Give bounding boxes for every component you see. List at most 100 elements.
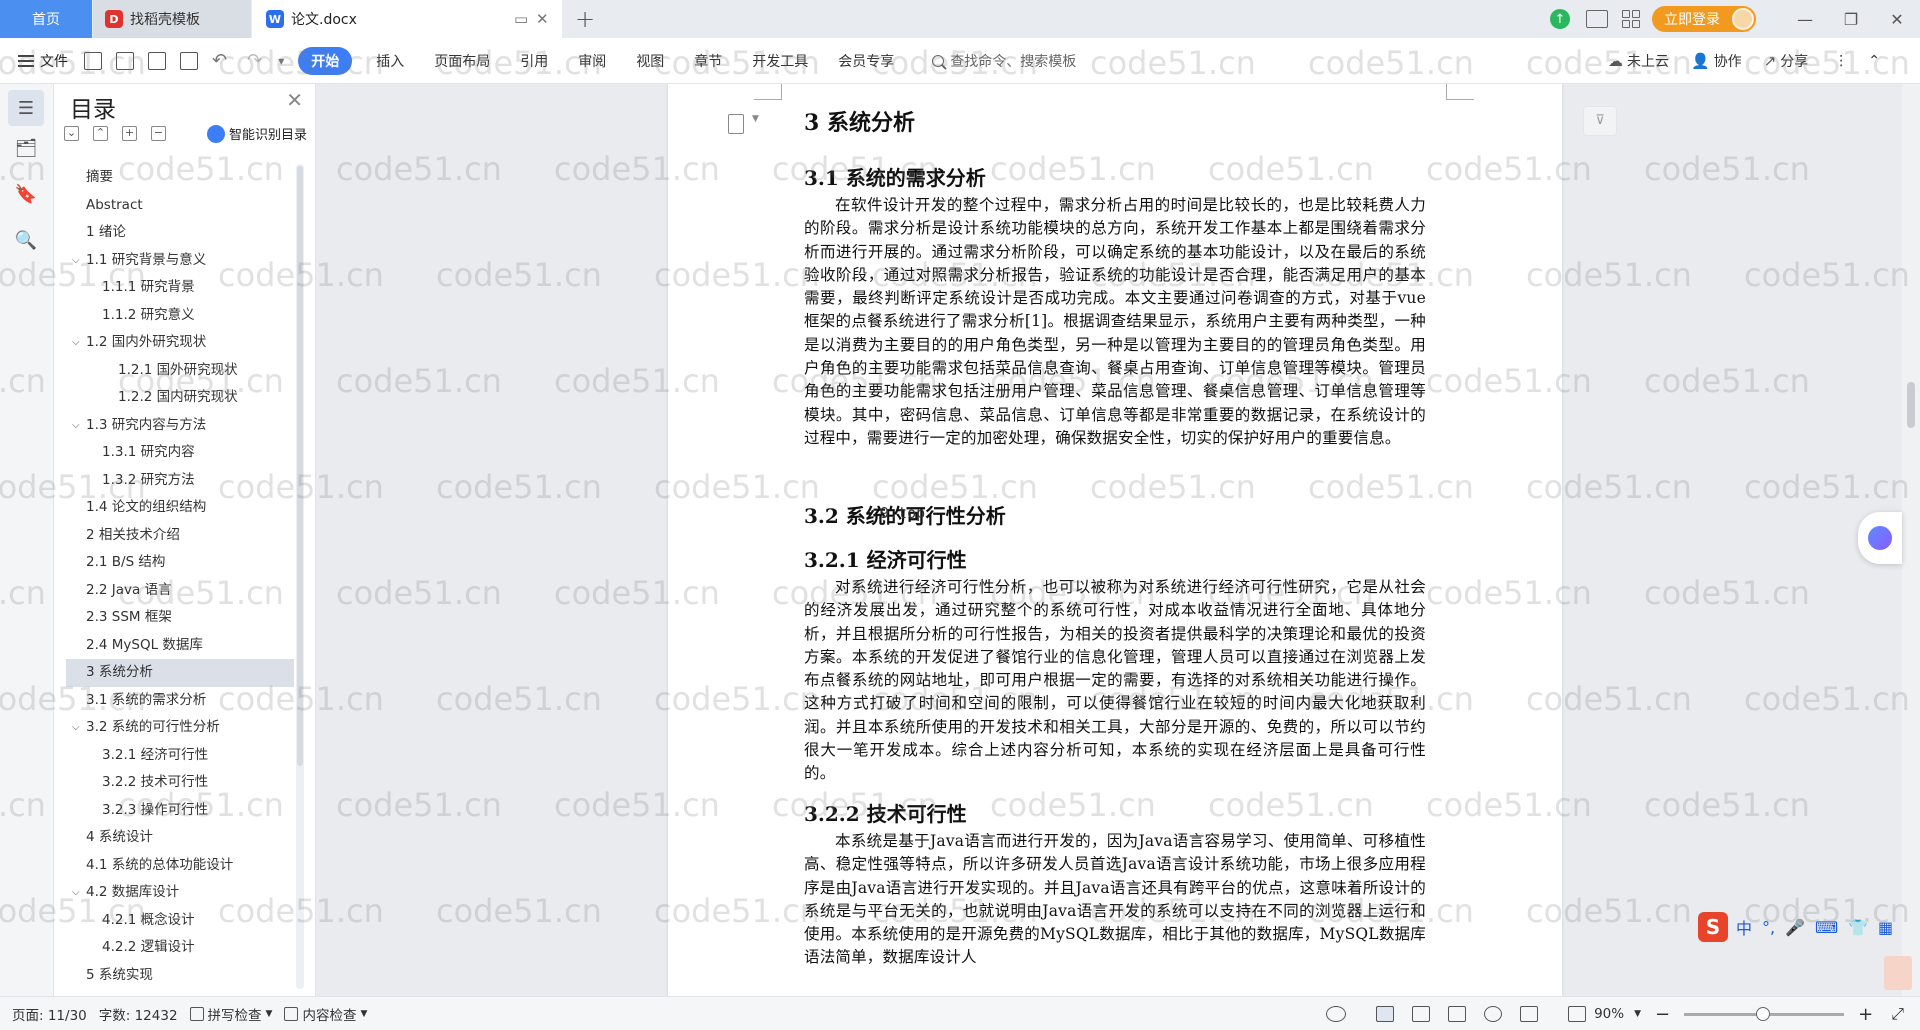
toc-expand-chevron-icon[interactable]: ⌵ [72, 412, 80, 440]
toc-panel-icon[interactable]: ☰ [8, 90, 44, 126]
pen-icon[interactable] [1520, 1006, 1539, 1022]
ime-punctuation-icon[interactable]: °, [1762, 918, 1775, 937]
toc-item[interactable]: 1.3.1 研究内容 [66, 439, 294, 467]
toc-item[interactable]: 2.4 MySQL 数据库 [66, 632, 294, 660]
toc-item[interactable]: 1.3.2 研究方法 [66, 467, 294, 495]
content-check-button[interactable]: 内容检查 ▼ [284, 1004, 367, 1024]
restore-icon[interactable]: ❐ [1828, 10, 1874, 29]
export-icon[interactable] [116, 51, 134, 70]
toc-item[interactable]: 4.2.1 概念设计 [66, 907, 294, 935]
tab-screen-icon[interactable]: ▭ [514, 10, 528, 28]
zoom-dropdown-icon[interactable]: ▼ [1634, 1009, 1641, 1019]
toc-expand-chevron-icon[interactable]: ⌵ [72, 329, 80, 357]
toc-item[interactable]: 3 系统分析 [66, 659, 294, 687]
save-icon[interactable] [84, 51, 102, 70]
command-search[interactable]: 查找命令、搜索模板 [932, 51, 1076, 71]
feedback-corner-icon[interactable] [1884, 956, 1912, 990]
tab-template-store[interactable]: D 找稻壳模板 [93, 0, 251, 38]
toc-item[interactable]: 1.2.2 国内研究现状 [66, 384, 294, 412]
menu-page-layout[interactable]: 页面布局 [434, 51, 490, 71]
fullscreen-icon[interactable]: ⤢ [1891, 1004, 1904, 1024]
ime-voice-icon[interactable]: 🎤 [1785, 918, 1805, 937]
ai-assistant-button[interactable] [1858, 512, 1902, 564]
zoom-slider[interactable] [1684, 1006, 1845, 1021]
reading-view-icon[interactable] [1448, 1006, 1467, 1022]
bookmark-icon[interactable]: 🔖 [14, 182, 38, 206]
document-scrollbar[interactable] [1902, 84, 1920, 996]
paragraph-tools-dropdown-icon[interactable]: ▼ [752, 114, 759, 124]
tab-document[interactable]: W 论文.docx ▭ ✕ [252, 0, 562, 38]
tab-home[interactable]: 首页 [0, 0, 92, 38]
toc-close-icon[interactable]: ✕ [286, 88, 303, 112]
cloud-status[interactable]: ☁ 未上云 [1608, 51, 1669, 71]
toc-item[interactable]: ⌵ 3.2 系统的可行性分析 [66, 714, 294, 742]
redo-icon[interactable]: ↷ [247, 51, 262, 70]
toc-item[interactable]: ⌵ 1.1 研究背景与意义 [66, 247, 294, 275]
fit-page-icon[interactable] [1568, 1006, 1587, 1022]
menu-developer[interactable]: 开发工具 [752, 51, 808, 71]
file-menu[interactable]: 文件 [18, 51, 68, 71]
page-view-icon[interactable] [1376, 1006, 1395, 1022]
toc-expand-chevron-icon[interactable]: ⌵ [72, 714, 80, 742]
toc-item[interactable]: 2.2 Java 语言 [66, 577, 294, 605]
print-icon[interactable] [148, 51, 166, 70]
menu-review[interactable]: 审阅 [578, 51, 606, 71]
toc-item[interactable]: 2 相关技术介绍 [66, 522, 294, 550]
ime-skin-icon[interactable]: 👕 [1848, 918, 1868, 937]
tab-close-icon[interactable]: ✕ [536, 10, 549, 28]
toc-item[interactable]: 摘要 [66, 164, 294, 192]
toc-remove-icon[interactable]: − [151, 126, 166, 141]
toc-item[interactable]: 2.1 B/S 结构 [66, 549, 294, 577]
toc-item[interactable]: ⌵ 1.2 国内外研究现状 [66, 329, 294, 357]
zoom-in-icon[interactable]: + [1858, 1004, 1873, 1025]
toc-item[interactable]: 4 系统设计 [66, 824, 294, 852]
new-tab-plus-icon[interactable]: + [575, 5, 595, 33]
toc-item[interactable]: 3.2.2 技术可行性 [66, 769, 294, 797]
print-preview-icon[interactable] [180, 51, 198, 70]
toc-item[interactable]: 1.1.1 研究背景 [66, 274, 294, 302]
window-layout-icon[interactable] [1586, 10, 1608, 28]
web-view-icon[interactable] [1484, 1006, 1503, 1022]
find-icon[interactable]: 🔍 [14, 228, 38, 252]
toc-item[interactable]: 2.3 SSM 框架 [66, 604, 294, 632]
toc-item[interactable]: ⌵ 1.3 研究内容与方法 [66, 412, 294, 440]
smart-toc-button[interactable]: 智能识别目录 [206, 124, 307, 143]
login-button[interactable]: 立即登录 [1652, 6, 1756, 32]
apps-grid-icon[interactable] [1622, 10, 1640, 28]
format-filter-icon[interactable]: ⊽ [1583, 106, 1617, 136]
collab-button[interactable]: 👤 协作 [1691, 51, 1742, 71]
toc-item[interactable]: 1.2.1 国外研究现状 [66, 357, 294, 385]
menu-member[interactable]: 会员专享 [838, 51, 894, 71]
menu-start[interactable]: 开始 [298, 46, 353, 75]
toc-item[interactable]: Abstract [66, 192, 294, 220]
collapse-ribbon-icon[interactable]: ⌃ [1868, 53, 1880, 69]
menu-references[interactable]: 引用 [520, 51, 548, 71]
toc-item[interactable]: 1.1.2 研究意义 [66, 302, 294, 330]
upgrade-arrow-icon[interactable]: ↑ [1550, 9, 1570, 29]
undo-icon[interactable]: ↶ [212, 51, 227, 70]
menu-view[interactable]: 视图 [636, 51, 664, 71]
more-menu-icon[interactable]: ⋮ [1834, 53, 1848, 69]
close-window-icon[interactable]: ✕ [1874, 10, 1920, 29]
toc-item[interactable]: 3.2.1 经济可行性 [66, 742, 294, 770]
toc-expand-all-icon[interactable]: ⌃ [93, 126, 108, 141]
toc-expand-chevron-icon[interactable]: ⌵ [72, 247, 80, 275]
zoom-slider-handle[interactable] [1756, 1006, 1771, 1021]
page-indicator[interactable]: 页面: 11/30 [12, 1004, 87, 1024]
eye-protection-icon[interactable] [1326, 1006, 1347, 1022]
ime-keyboard-icon[interactable]: ⌨ [1815, 918, 1838, 937]
nav-pane-icon[interactable]: 🗂 [14, 136, 38, 160]
document-page[interactable]: ▼ 3 系统分析 3.1 系统的需求分析 在软件设计开发的整个过程中，需求分析占… [668, 84, 1562, 996]
zoom-out-icon[interactable]: − [1655, 1004, 1670, 1025]
toc-collapse-all-icon[interactable]: ⌄ [64, 126, 79, 141]
toc-item[interactable]: 1.4 论文的组织结构 [66, 494, 294, 522]
ime-toolbox-icon[interactable]: ▦ [1878, 918, 1893, 937]
toc-item[interactable]: 4.2.2 逻辑设计 [66, 934, 294, 962]
minimize-icon[interactable]: — [1782, 10, 1828, 29]
paragraph-tools-icon[interactable] [728, 114, 744, 134]
spell-check-button[interactable]: 拼写检查 ▼ [189, 1004, 272, 1024]
word-count[interactable]: 字数: 12432 [99, 1004, 178, 1024]
toc-item[interactable]: 4.1 系统的总体功能设计 [66, 852, 294, 880]
toc-expand-chevron-icon[interactable]: ⌵ [72, 879, 80, 907]
ime-lang-toggle[interactable]: 中 [1736, 915, 1752, 939]
